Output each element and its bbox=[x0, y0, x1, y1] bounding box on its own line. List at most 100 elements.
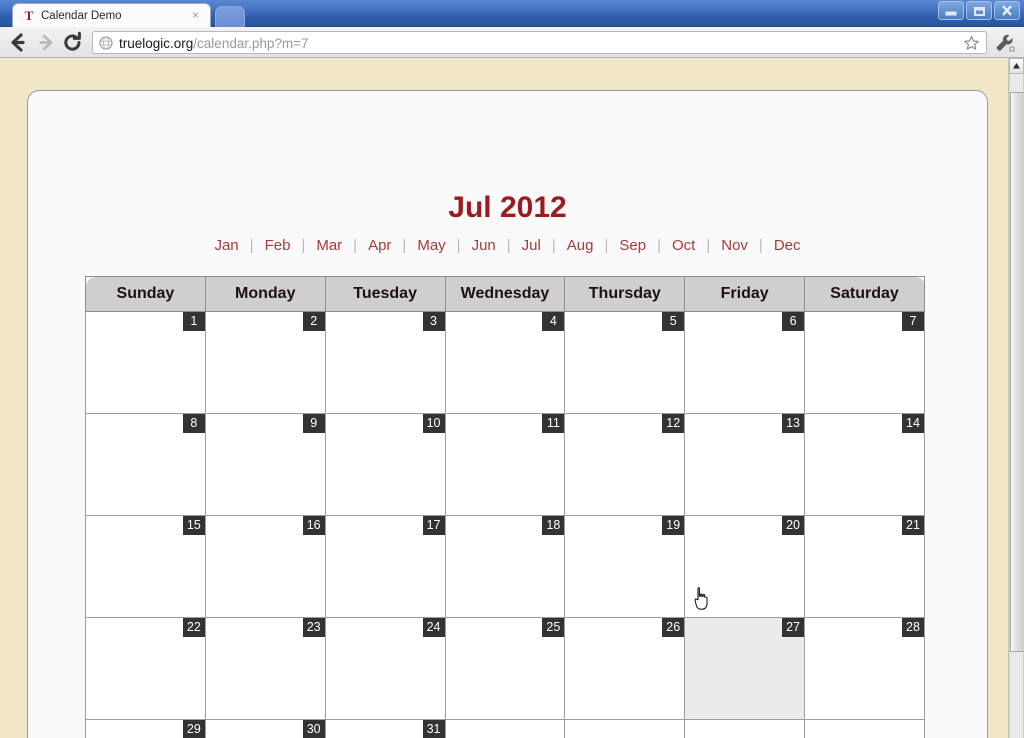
calendar-day-cell[interactable]: 30 bbox=[204, 719, 326, 738]
day-number-badge: 27 bbox=[782, 618, 805, 637]
calendar-day-cell[interactable]: 11 bbox=[444, 413, 566, 516]
calendar-day-cell[interactable]: 27 bbox=[684, 617, 806, 720]
day-number-badge: 19 bbox=[662, 516, 685, 535]
calendar-day-cell[interactable]: 1 bbox=[85, 311, 206, 414]
month-link-separator: | bbox=[551, 237, 556, 254]
address-bar[interactable]: truelogic.org/calendar.php?m=7 bbox=[92, 31, 987, 54]
month-link-jan[interactable]: Jan bbox=[212, 237, 240, 254]
browser-toolbar: truelogic.org/calendar.php?m=7 bbox=[0, 27, 1024, 58]
month-link-oct[interactable]: Oct bbox=[670, 237, 697, 254]
calendar-day-cell[interactable]: 18 bbox=[444, 515, 566, 618]
calendar-day-cell[interactable]: 16 bbox=[204, 515, 326, 618]
calendar-day-cell[interactable]: 15 bbox=[85, 515, 206, 618]
calendar-day-cell[interactable]: 24 bbox=[324, 617, 446, 720]
calendar-day-cell[interactable]: 28 bbox=[804, 617, 925, 720]
day-number-badge: 12 bbox=[662, 414, 685, 433]
calendar-body: 1 2 3 4 5 6 7 8 9 10 11 12 13 14 15 16 17 18 19 20 21 22 23 24 2… bbox=[85, 311, 925, 738]
day-number-badge: 25 bbox=[542, 618, 565, 637]
calendar-day-cell[interactable]: 17 bbox=[324, 515, 446, 618]
calendar-day-cell[interactable]: 7 bbox=[804, 311, 925, 414]
month-navigation: Jan | Feb | Mar | Apr | May | Jun | Jul | Aug | Sep | Oct |… bbox=[28, 236, 987, 256]
day-number-badge: 22 bbox=[182, 618, 205, 637]
day-number-badge: 2 bbox=[302, 312, 325, 331]
chrome-menu-wrench-icon[interactable] bbox=[993, 31, 1017, 54]
day-number-badge: 9 bbox=[302, 414, 325, 433]
calendar-day-cell[interactable]: 4 bbox=[444, 311, 566, 414]
month-link-aug[interactable]: Aug bbox=[565, 237, 596, 254]
calendar-day-cell[interactable]: 13 bbox=[684, 413, 806, 516]
calendar-week-row: 29 30 31 bbox=[85, 719, 925, 738]
month-link-may[interactable]: May bbox=[415, 237, 447, 254]
calendar-day-cell[interactable]: 22 bbox=[85, 617, 206, 720]
calendar-day-cell[interactable]: 8 bbox=[85, 413, 206, 516]
vertical-scrollbar[interactable] bbox=[1008, 58, 1024, 738]
calendar-header-row: Sunday Monday Tuesday Wednesday Thursday Frid… bbox=[85, 276, 925, 312]
calendar-day-cell[interactable]: 3 bbox=[324, 311, 446, 414]
month-link-apr[interactable]: Apr bbox=[366, 237, 393, 254]
day-number-badge: 23 bbox=[302, 618, 325, 637]
calendar-day-cell[interactable]: 23 bbox=[204, 617, 326, 720]
calendar-day-cell[interactable]: 21 bbox=[804, 515, 925, 618]
weekday-header-friday: Friday bbox=[684, 276, 806, 312]
minimize-button[interactable] bbox=[938, 1, 964, 20]
minimize-icon bbox=[945, 11, 957, 16]
day-number-badge: 10 bbox=[422, 414, 445, 433]
weekday-header-sunday: Sunday bbox=[85, 276, 206, 312]
month-link-separator: | bbox=[706, 237, 711, 254]
weekday-header-tuesday: Tuesday bbox=[324, 276, 446, 312]
address-bar-url: truelogic.org/calendar.php?m=7 bbox=[119, 34, 309, 53]
month-link-feb[interactable]: Feb bbox=[263, 237, 293, 254]
month-link-nov[interactable]: Nov bbox=[719, 237, 750, 254]
tab-close-icon[interactable]: × bbox=[189, 9, 202, 22]
scrollbar-up-button[interactable] bbox=[1009, 58, 1024, 74]
calendar-empty-cell bbox=[564, 719, 686, 738]
month-link-jun[interactable]: Jun bbox=[470, 237, 498, 254]
close-button[interactable] bbox=[994, 1, 1020, 20]
month-link-sep[interactable]: Sep bbox=[617, 237, 648, 254]
calendar-day-cell[interactable]: 6 bbox=[684, 311, 806, 414]
forward-button[interactable] bbox=[33, 30, 59, 55]
back-button[interactable] bbox=[5, 30, 31, 55]
reload-button[interactable] bbox=[60, 30, 86, 55]
restore-icon bbox=[974, 7, 985, 16]
day-number-badge: 29 bbox=[182, 720, 205, 738]
url-host: truelogic.org bbox=[119, 36, 194, 51]
month-link-separator: | bbox=[301, 237, 306, 254]
calendar-day-cell[interactable]: 20 bbox=[684, 515, 806, 618]
calendar-day-cell[interactable]: 29 bbox=[85, 719, 206, 738]
scrollbar-track[interactable] bbox=[1009, 74, 1024, 738]
restore-button[interactable] bbox=[966, 1, 992, 20]
page-globe-icon bbox=[99, 36, 113, 50]
month-link-dec[interactable]: Dec bbox=[772, 237, 803, 254]
day-number-badge: 8 bbox=[182, 414, 205, 433]
bookmark-star-icon[interactable] bbox=[963, 35, 980, 52]
month-link-mar[interactable]: Mar bbox=[314, 237, 344, 254]
calendar-week-row: 22 23 24 25 26 27 28 bbox=[85, 617, 925, 720]
chevron-up-icon bbox=[1013, 63, 1020, 69]
calendar-day-cell[interactable]: 19 bbox=[564, 515, 686, 618]
scrollbar-thumb[interactable] bbox=[1010, 92, 1024, 652]
calendar-day-cell[interactable]: 25 bbox=[444, 617, 566, 720]
calendar-day-cell[interactable]: 9 bbox=[204, 413, 326, 516]
url-path: /calendar.php?m=7 bbox=[193, 36, 309, 51]
day-number-badge: 20 bbox=[782, 516, 805, 535]
calendar-day-cell[interactable]: 5 bbox=[564, 311, 686, 414]
month-link-jul[interactable]: Jul bbox=[520, 237, 543, 254]
day-number-badge: 3 bbox=[422, 312, 445, 331]
month-link-separator: | bbox=[758, 237, 763, 254]
calendar-day-cell[interactable]: 2 bbox=[204, 311, 326, 414]
calendar-day-cell[interactable]: 26 bbox=[564, 617, 686, 720]
calendar-day-cell[interactable]: 31 bbox=[324, 719, 446, 738]
back-arrow-icon bbox=[11, 33, 25, 52]
month-link-separator: | bbox=[506, 237, 511, 254]
day-number-badge: 13 bbox=[782, 414, 805, 433]
forward-arrow-icon bbox=[39, 34, 53, 51]
calendar-day-cell[interactable]: 10 bbox=[324, 413, 446, 516]
new-tab-button[interactable] bbox=[215, 6, 245, 27]
day-number-badge: 30 bbox=[302, 720, 325, 738]
calendar-empty-cell bbox=[684, 719, 806, 738]
calendar-day-cell[interactable]: 12 bbox=[564, 413, 686, 516]
day-number-badge: 31 bbox=[422, 720, 445, 738]
browser-tab[interactable]: T Calendar Demo × bbox=[12, 3, 211, 27]
calendar-day-cell[interactable]: 14 bbox=[804, 413, 925, 516]
